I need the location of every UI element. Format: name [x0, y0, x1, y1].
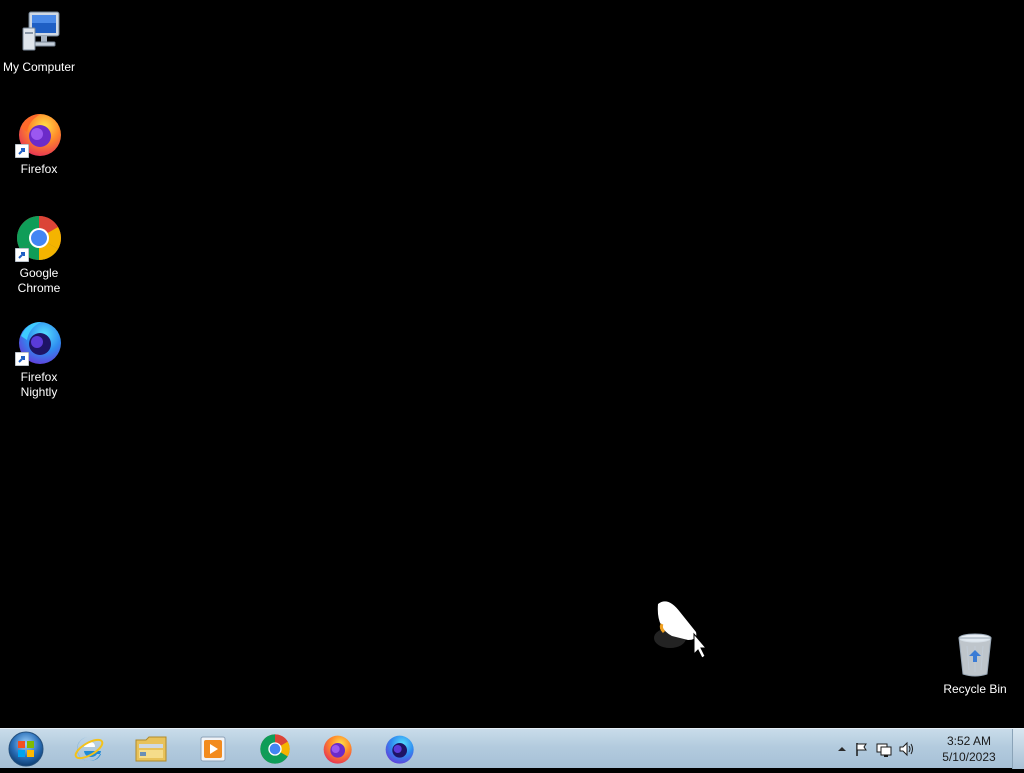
desktop-icon-label: Firefox: [20, 162, 58, 176]
taskbar-clock[interactable]: 3:52 AM 5/10/2023: [934, 733, 1004, 765]
firefox-icon: [15, 110, 63, 158]
folder-icon: [135, 736, 167, 762]
clock-time: 3:52 AM: [946, 734, 992, 748]
desktop-icon-recycle-bin[interactable]: Recycle Bin: [936, 630, 1014, 697]
taskbar-pinned-internet-explorer[interactable]: [62, 732, 116, 766]
taskbar-pinned-windows-explorer[interactable]: [124, 732, 178, 766]
start-button[interactable]: [6, 730, 46, 768]
desktop-icon-my-computer[interactable]: My Computer: [0, 8, 78, 75]
taskbar-pinned-media-player[interactable]: [186, 732, 240, 766]
desktop-icon-label: My Computer: [2, 60, 76, 74]
taskbar: 3:52 AM 5/10/2023: [0, 728, 1024, 769]
mouse-pointer-icon: [654, 601, 708, 659]
internet-explorer-icon: [74, 737, 104, 761]
desktop-icon-label: Google Chrome: [17, 266, 61, 295]
media-player-icon: [200, 736, 226, 762]
volume-icon[interactable]: [898, 741, 914, 757]
shortcut-arrow-icon: [15, 248, 29, 262]
shortcut-arrow-icon: [15, 144, 29, 158]
show-desktop-button[interactable]: [1012, 729, 1024, 769]
system-tray: 3:52 AM 5/10/2023: [834, 729, 1024, 769]
windows-start-icon: [8, 731, 44, 767]
action-center-flag-icon[interactable]: [854, 741, 870, 757]
desktop: My Computer Firefox Google Chrome Firefo…: [0, 0, 1024, 728]
desktop-icon-firefox-nightly[interactable]: Firefox Nightly: [0, 318, 78, 400]
taskbar-pinned-firefox-nightly[interactable]: [372, 732, 426, 766]
firefox-nightly-icon: [15, 318, 63, 366]
chrome-icon: [15, 214, 63, 262]
recycle-bin-icon: [951, 630, 999, 678]
desktop-icon-label: Firefox Nightly: [20, 370, 58, 399]
shortcut-arrow-icon: [15, 352, 29, 366]
firefox-nightly-icon: [385, 735, 414, 764]
firefox-icon: [323, 735, 352, 764]
taskbar-pinned-firefox[interactable]: [310, 732, 364, 766]
computer-icon: [15, 8, 63, 56]
desktop-icon-label: Recycle Bin: [943, 682, 1007, 696]
taskbar-pinned-google-chrome[interactable]: [248, 732, 302, 766]
desktop-icon-google-chrome[interactable]: Google Chrome: [0, 214, 78, 296]
chrome-icon: [260, 734, 290, 764]
show-hidden-icons-icon[interactable]: [834, 741, 850, 757]
network-icon[interactable]: [876, 741, 892, 757]
desktop-icon-firefox[interactable]: Firefox: [0, 110, 78, 177]
clock-date: 5/10/2023: [942, 750, 996, 764]
